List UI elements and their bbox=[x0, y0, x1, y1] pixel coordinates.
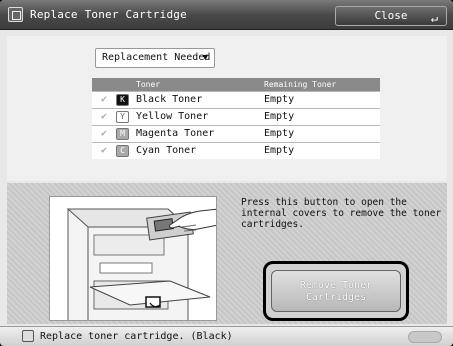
check-icon: ✔ bbox=[92, 141, 116, 159]
screen-title: Replace Toner Cartridge bbox=[30, 8, 187, 21]
remove-toner-button-frame: Remove Toner Cartridges bbox=[263, 261, 409, 321]
toner-name: Magenta Toner bbox=[136, 124, 264, 142]
toner-badge-icon: K bbox=[116, 93, 129, 106]
filter-selected: Replacement Needed bbox=[102, 52, 211, 63]
toner-name: Black Toner bbox=[136, 90, 264, 108]
instruction-text: Press this button to open the internal c… bbox=[241, 197, 442, 230]
instruction-area: Press this button to open the internal c… bbox=[7, 183, 447, 324]
toner-badge-icon: Y bbox=[116, 110, 129, 123]
table-header-row: Toner Remaining Toner bbox=[92, 78, 380, 91]
table-row[interactable]: ✔ M Magenta Toner Empty bbox=[92, 124, 380, 142]
return-arrow-icon: ↵ bbox=[430, 11, 438, 25]
table-row[interactable]: ✔ Y Yellow Toner Empty bbox=[92, 107, 380, 125]
status-bar: Replace toner cartridge. (Black) bbox=[0, 326, 453, 346]
toner-badge-icon: M bbox=[116, 127, 129, 140]
toner-remaining: Empty bbox=[264, 141, 380, 159]
close-label: Close bbox=[374, 9, 408, 22]
toner-replace-screen: Replace Toner Cartridge Close ↵ Replacem… bbox=[0, 0, 453, 346]
check-icon: ✔ bbox=[92, 90, 116, 108]
toner-badge-icon: C bbox=[116, 144, 129, 157]
table-row[interactable]: ✔ K Black Toner Empty bbox=[92, 90, 380, 108]
toner-table: Toner Remaining Toner ✔ K Black Toner Em… bbox=[92, 78, 380, 159]
toner-name: Cyan Toner bbox=[136, 141, 264, 159]
toner-name: Yellow Toner bbox=[136, 107, 264, 125]
title-bar: Replace Toner Cartridge Close ↵ bbox=[0, 0, 453, 30]
header-remaining: Remaining Toner bbox=[264, 78, 380, 91]
remove-button-label-line2: Cartridges bbox=[305, 292, 367, 303]
header-toner: Toner bbox=[136, 78, 264, 91]
filter-dropdown[interactable]: Replacement Needed ▼ bbox=[95, 48, 215, 68]
toner-icon bbox=[8, 7, 23, 22]
printer-illustration bbox=[49, 196, 217, 321]
toner-status-area: Replacement Needed ▼ Toner Remaining Ton… bbox=[7, 36, 447, 181]
toner-remaining: Empty bbox=[264, 107, 380, 125]
toner-remaining: Empty bbox=[264, 90, 380, 108]
remove-button-label-line1: Remove Toner bbox=[299, 280, 373, 291]
toner-status-icon bbox=[22, 330, 34, 342]
toner-remaining: Empty bbox=[264, 124, 380, 142]
check-icon: ✔ bbox=[92, 107, 116, 125]
status-monitor-button[interactable] bbox=[408, 331, 442, 343]
table-row[interactable]: ✔ C Cyan Toner Empty bbox=[92, 141, 380, 159]
remove-toner-cartridges-button[interactable]: Remove Toner Cartridges bbox=[271, 270, 401, 312]
chevron-down-icon: ▼ bbox=[202, 53, 208, 63]
printer-illustration-image bbox=[66, 208, 216, 320]
status-message: Replace toner cartridge. (Black) bbox=[40, 331, 233, 342]
check-icon: ✔ bbox=[92, 124, 116, 142]
close-button[interactable]: Close ↵ bbox=[335, 6, 447, 26]
